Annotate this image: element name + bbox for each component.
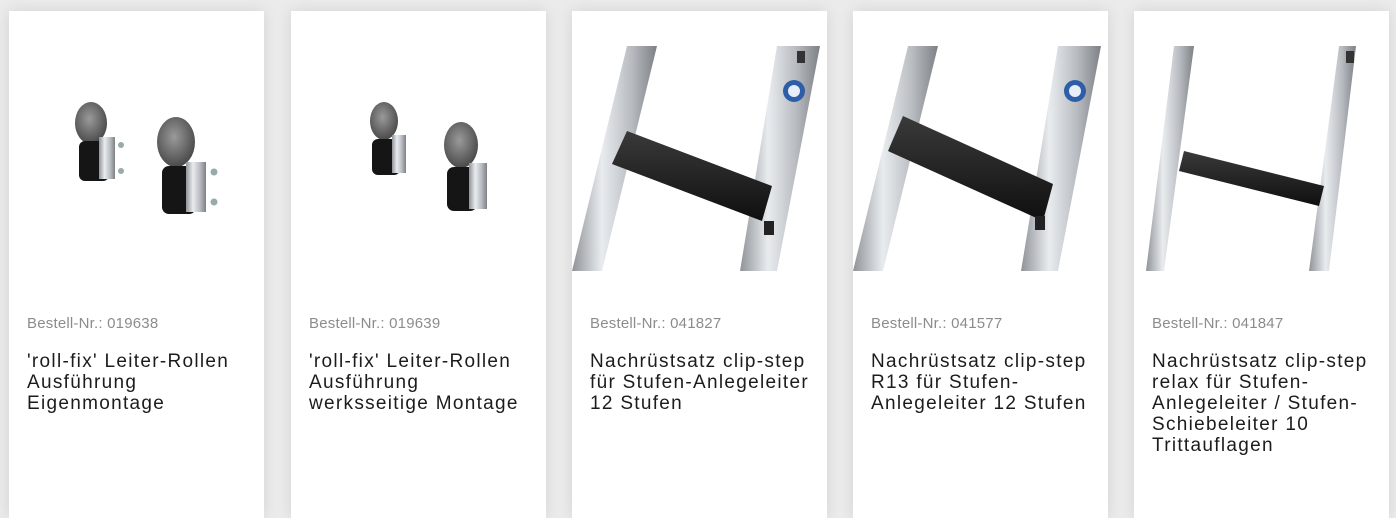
ladder-wheels-image[interactable] <box>9 46 264 271</box>
product-card[interactable]: Bestell-Nr.: 019639 'roll-fix' Leiter-Ro… <box>291 11 546 518</box>
product-title[interactable]: Nachrüstsatz clip-step relax für Stufen-… <box>1152 351 1377 456</box>
product-card[interactable]: Bestell-Nr.: 041847 Nachrüstsatz clip-st… <box>1134 11 1389 518</box>
ladder-step-image[interactable] <box>1134 46 1389 271</box>
ladder-step-image[interactable] <box>572 46 827 271</box>
ladder-step-image[interactable] <box>853 46 1108 271</box>
order-number: Bestell-Nr.: 041847 <box>1152 315 1284 332</box>
product-card[interactable]: Bestell-Nr.: 019638 'roll-fix' Leiter-Ro… <box>9 11 264 518</box>
product-title[interactable]: Nachrüstsatz clip-step für Stufen-Anlege… <box>590 351 815 414</box>
order-number: Bestell-Nr.: 019639 <box>309 315 441 332</box>
product-card[interactable]: Bestell-Nr.: 041827 Nachrüstsatz clip-st… <box>572 11 827 518</box>
order-number: Bestell-Nr.: 041827 <box>590 315 722 332</box>
product-row: Bestell-Nr.: 019638 'roll-fix' Leiter-Ro… <box>0 0 1396 518</box>
order-number: Bestell-Nr.: 041577 <box>871 315 1003 332</box>
ladder-wheels-image[interactable] <box>291 46 546 271</box>
product-title[interactable]: 'roll-fix' Leiter-Rollen Ausführung Eige… <box>27 351 252 414</box>
product-title[interactable]: 'roll-fix' Leiter-Rollen Ausführung werk… <box>309 351 534 414</box>
product-card[interactable]: Bestell-Nr.: 041577 Nachrüstsatz clip-st… <box>853 11 1108 518</box>
order-number: Bestell-Nr.: 019638 <box>27 315 159 332</box>
product-title[interactable]: Nachrüstsatz clip-step R13 für Stufen-An… <box>871 351 1096 414</box>
